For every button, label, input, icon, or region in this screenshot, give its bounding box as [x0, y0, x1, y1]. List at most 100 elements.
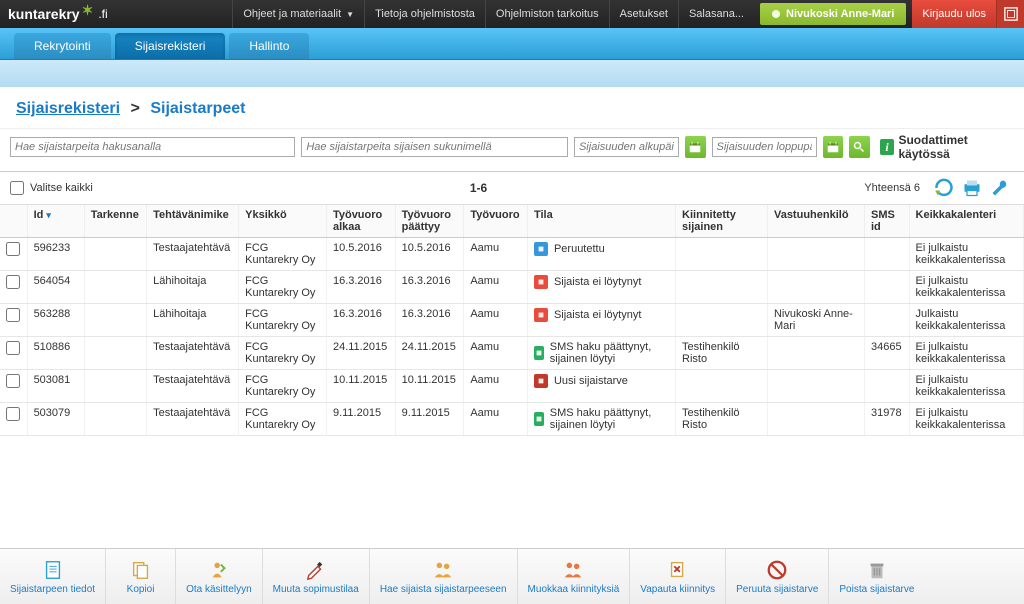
calendar-icon — [689, 141, 701, 153]
table-row[interactable]: 510886TestaajatehtäväFCG Kuntarekry Oy24… — [0, 337, 1024, 370]
cell-sms: 34665 — [865, 337, 910, 370]
action-vapauta[interactable]: Vapauta kiinnitys — [630, 549, 726, 604]
tab-sijaisrekisteri[interactable]: Sijaisrekisteri — [115, 33, 226, 59]
cell-vastuu — [767, 370, 864, 403]
col-tarkenne[interactable]: Tarkenne — [84, 205, 146, 238]
action-tiedot[interactable]: Sijaistarpeen tiedot — [0, 549, 106, 604]
date-start-picker-button[interactable] — [685, 136, 706, 158]
cell-vuoro: Aamu — [464, 337, 528, 370]
col-paattyy[interactable]: Työvuoro päättyy — [395, 205, 464, 238]
table-row[interactable]: 503081TestaajatehtäväFCG Kuntarekry Oy10… — [0, 370, 1024, 403]
search-button[interactable] — [849, 136, 870, 158]
tab-hallinto[interactable]: Hallinto — [229, 33, 309, 59]
cell-vuoro: Aamu — [464, 403, 528, 436]
cell-tila: Peruutettu — [527, 238, 675, 271]
cell-tarkenne — [84, 304, 146, 337]
search-surname-input[interactable] — [301, 137, 568, 157]
cell-tehtava: Testaajatehtävä — [147, 370, 239, 403]
cell-vuoro: Aamu — [464, 238, 528, 271]
cell-tarkenne — [84, 370, 146, 403]
cell-kiinnitetty — [676, 304, 768, 337]
action-hae[interactable]: Hae sijaista sijaistarpeeseen — [370, 549, 518, 604]
cell-kiinnitetty — [676, 238, 768, 271]
row-checkbox[interactable] — [6, 308, 20, 322]
table-row[interactable]: 503079TestaajatehtäväFCG Kuntarekry Oy9.… — [0, 403, 1024, 436]
date-end-picker-button[interactable] — [823, 136, 844, 158]
date-start-input[interactable] — [574, 137, 679, 157]
settings-button[interactable] — [990, 178, 1010, 198]
refresh-button[interactable] — [934, 178, 954, 198]
print-button[interactable] — [962, 178, 982, 198]
breadcrumb-current: Sijaistarpeet — [150, 100, 245, 117]
cell-yksikko: FCG Kuntarekry Oy — [239, 271, 327, 304]
col-yksikko[interactable]: Yksikkö — [239, 205, 327, 238]
trash-icon — [866, 559, 888, 581]
fullscreen-button[interactable] — [996, 0, 1024, 28]
cell-tarkenne — [84, 271, 146, 304]
action-peruuta-label: Peruuta sijaistarve — [736, 584, 818, 595]
menu-asetukset[interactable]: Asetukset — [609, 0, 678, 28]
user-box[interactable]: Nivukoski Anne-Mari — [760, 3, 906, 25]
topbar: kuntarekry ✶ .fi Ohjeet ja materiaalit▼ … — [0, 0, 1024, 28]
action-muuta-label: Muuta sopimustilaa — [273, 584, 359, 595]
cell-alkaa: 10.11.2015 — [326, 370, 395, 403]
cell-tarkenne — [84, 238, 146, 271]
date-end-input[interactable] — [712, 137, 817, 157]
col-keikka[interactable]: Keikkakalenteri — [909, 205, 1023, 238]
col-kiinnitetty[interactable]: Kiinnitetty sijainen — [676, 205, 768, 238]
cell-sms — [865, 271, 910, 304]
tab-rekrytointi[interactable]: Rekrytointi — [14, 33, 111, 59]
col-id[interactable]: Id▾ — [27, 205, 84, 238]
select-all-checkbox[interactable] — [10, 181, 24, 195]
breadcrumb-root[interactable]: Sijaisrekisteri — [16, 100, 120, 117]
filters-active-indicator[interactable]: i Suodattimet käytössä — [880, 133, 1014, 161]
cell-kiinnitetty: Testihenkilö Risto — [676, 403, 768, 436]
col-tila[interactable]: Tila — [527, 205, 675, 238]
col-tehtavanimike[interactable]: Tehtävänimike — [147, 205, 239, 238]
search-keyword-input[interactable] — [10, 137, 295, 157]
sort-desc-icon: ▾ — [46, 210, 51, 220]
menu-tietoja[interactable]: Tietoja ohjelmistosta — [364, 0, 485, 28]
logout-button[interactable]: Kirjaudu ulos — [912, 0, 996, 28]
col-vastuu[interactable]: Vastuuhenkilö — [767, 205, 864, 238]
cell-tehtava: Testaajatehtävä — [147, 238, 239, 271]
cell-tila: Uusi sijaistarve — [527, 370, 675, 403]
action-poista[interactable]: Poista sijaistarve — [829, 549, 924, 604]
bottom-action-bar: Sijaistarpeen tiedot Kopioi Ota käsittel… — [0, 548, 1024, 604]
action-ota[interactable]: Ota käsittelyyn — [176, 549, 263, 604]
menu-tarkoitus[interactable]: Ohjelmiston tarkoitus — [485, 0, 609, 28]
action-poista-label: Poista sijaistarve — [839, 584, 914, 595]
row-checkbox[interactable] — [6, 374, 20, 388]
status-text: Sijaista ei löytynyt — [554, 276, 641, 288]
cell-tila: Sijaista ei löytynyt — [527, 271, 675, 304]
action-kopioi[interactable]: Kopioi — [106, 549, 176, 604]
menu-salasana[interactable]: Salasana... — [678, 0, 754, 28]
document-icon — [42, 559, 64, 581]
print-icon — [962, 178, 982, 198]
action-muuta[interactable]: Muuta sopimustilaa — [263, 549, 370, 604]
cell-tila: SMS haku päättynyt, sijainen löytyi — [527, 403, 675, 436]
action-tiedot-label: Sijaistarpeen tiedot — [10, 584, 95, 595]
row-checkbox[interactable] — [6, 341, 20, 355]
cell-sms — [865, 238, 910, 271]
col-tyovuoro[interactable]: Työvuoro — [464, 205, 528, 238]
table-row[interactable]: 563288LähihoitajaFCG Kuntarekry Oy16.3.2… — [0, 304, 1024, 337]
action-peruuta[interactable]: Peruuta sijaistarve — [726, 549, 829, 604]
col-alkaa[interactable]: Työvuoro alkaa — [326, 205, 395, 238]
action-muokkaa[interactable]: Muokkaa kiinnityksiä — [518, 549, 631, 604]
cell-vastuu: Nivukoski Anne-Mari — [767, 304, 864, 337]
cell-paattyy: 16.3.2016 — [395, 304, 464, 337]
cell-kiinnitetty: Testihenkilö Risto — [676, 337, 768, 370]
row-checkbox[interactable] — [6, 407, 20, 421]
col-smsid[interactable]: SMS id — [865, 205, 910, 238]
action-kopioi-label: Kopioi — [127, 584, 155, 595]
menu-ohjeet[interactable]: Ohjeet ja materiaalit▼ — [232, 0, 364, 28]
row-checkbox[interactable] — [6, 275, 20, 289]
cell-vastuu — [767, 337, 864, 370]
row-checkbox[interactable] — [6, 242, 20, 256]
cell-yksikko: FCG Kuntarekry Oy — [239, 304, 327, 337]
table-row[interactable]: 564054LähihoitajaFCG Kuntarekry Oy16.3.2… — [0, 271, 1024, 304]
cell-keikka: Ei julkaistu keikkakalenterissa — [909, 337, 1023, 370]
table-row[interactable]: 596233TestaajatehtäväFCG Kuntarekry Oy10… — [0, 238, 1024, 271]
cell-kiinnitetty — [676, 370, 768, 403]
